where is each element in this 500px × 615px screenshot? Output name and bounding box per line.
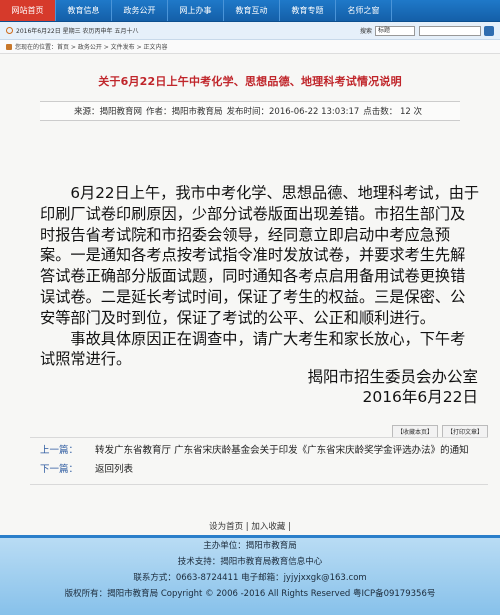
back-to-list-link[interactable]: 返回列表 — [95, 464, 133, 475]
current-date: 2016年6月22日 星期三 农历丙申年 五月十八 — [16, 28, 139, 35]
article-body: 6月22日上午，我市中考化学、思想品德、地理科考试，由于印刷厂试卷印刷原因，少部… — [40, 183, 480, 370]
breadcrumb-text: 您现在的位置：首页 > 政务公开 > 文件发布 > 正文内容 — [15, 44, 168, 51]
article-paragraph: 6月22日上午，我市中考化学、思想品德、地理科考试，由于印刷厂试卷印刷原因，少部… — [40, 184, 480, 327]
article-signature-block: 揭阳市招生委员会办公室 2016年6月22日 — [307, 367, 478, 407]
article-paragraph: 事故具体原因正在调查中，请广大考生和家长放心，下午考试照常进行。 — [40, 329, 466, 369]
clock-icon — [6, 27, 13, 34]
footer-host: 主办单位：揭阳市教育局 — [203, 541, 297, 551]
footer-links[interactable]: 设为首页 | 加入收藏 | — [0, 520, 500, 532]
home-icon — [6, 43, 12, 50]
article-signature: 揭阳市招生委员会办公室 — [307, 368, 478, 386]
nav-item-teachers[interactable]: 名师之窗 — [336, 0, 392, 21]
divider — [30, 437, 488, 438]
article-time: 发布时间：2016-06-22 13:03:17 — [226, 107, 360, 117]
next-label: 下一篇： — [40, 464, 79, 475]
search-type-select[interactable]: 标题 — [375, 25, 415, 36]
article-meta: 来源：揭阳教育网 作者：揭阳市教育局 发布时间：2016-06-22 13:03… — [40, 101, 460, 121]
nav-item-edu-topics[interactable]: 教育专题 — [280, 0, 336, 21]
article-source: 来源：揭阳教育网 — [73, 107, 142, 117]
article-title-wrap: 关于6月22日上午中考化学、思想品德、地理科考试情况说明 — [0, 70, 500, 89]
search-input[interactable] — [419, 25, 481, 36]
nav-item-edu-interaction[interactable]: 教育互动 — [224, 0, 280, 21]
footer-support: 技术支持：揭阳市教育局教育信息中心 — [177, 557, 323, 567]
search-button[interactable] — [484, 25, 494, 36]
date-bar: 2016年6月22日 星期三 农历丙申年 五月十八 搜索 标题 — [0, 22, 500, 40]
prev-label: 上一篇： — [40, 445, 79, 456]
article-sign-date: 2016年6月22日 — [362, 388, 478, 406]
breadcrumb: 您现在的位置：首页 > 政务公开 > 文件发布 > 正文内容 — [0, 40, 500, 54]
article-author: 作者：揭阳市教育局 — [145, 107, 223, 117]
top-nav: 网站首页 教育信息 政务公开 网上办事 教育互动 教育专题 名师之窗 — [0, 0, 500, 22]
article-clicks: 点击数： 12 次 — [363, 107, 423, 117]
nav-item-gov-affairs[interactable]: 政务公开 — [112, 0, 168, 21]
search-label: 搜索 — [359, 28, 372, 35]
next-article: 下一篇： 返回列表 — [40, 461, 133, 475]
nav-item-home[interactable]: 网站首页 — [0, 0, 56, 21]
footer-copyright: 版权所有：揭阳市教育局 Copyright © 2006 -2016 All R… — [64, 589, 436, 599]
nav-item-online-service[interactable]: 网上办事 — [168, 0, 224, 21]
divider — [30, 484, 488, 485]
nav-item-edu-info[interactable]: 教育信息 — [56, 0, 112, 21]
footer-contact: 联系方式：0663-8724411 电子邮箱：jyjyjxxgk@163.com — [133, 573, 367, 583]
footer: 主办单位：揭阳市教育局 技术支持：揭阳市教育局教育信息中心 联系方式：0663-… — [0, 535, 500, 615]
article-title: 关于6月22日上午中考化学、思想品德、地理科考试情况说明 — [98, 75, 402, 88]
prev-article: 上一篇： 转发广东省教育厅 广东省宋庆龄基金会关于印发《广东省宋庆龄奖学金评选办… — [40, 442, 469, 456]
prev-article-link[interactable]: 转发广东省教育厅 广东省宋庆龄基金会关于印发《广东省宋庆龄奖学金评选办法》的通知 — [95, 445, 469, 456]
